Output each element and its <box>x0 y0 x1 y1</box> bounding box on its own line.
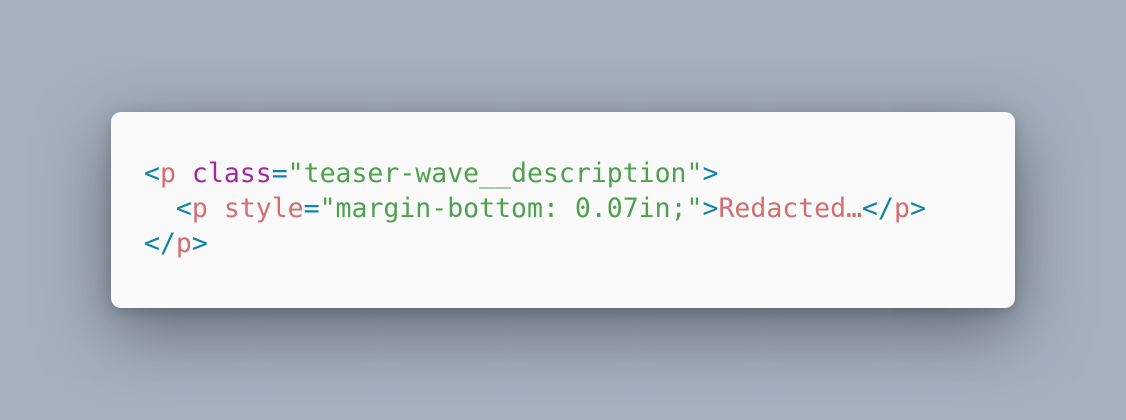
code-line-3: </p> <box>144 226 1015 261</box>
end-tag-name: p <box>175 228 192 259</box>
end-tag-name: p <box>893 193 910 224</box>
end-open-bracket: </ <box>144 228 176 259</box>
tag-name: p <box>191 193 208 224</box>
text-content: Redacted… <box>718 193 863 224</box>
equals-sign: = <box>303 193 320 224</box>
attribute-value: "margin-bottom: 0.07in;" <box>319 193 703 224</box>
open-bracket: < <box>144 158 160 189</box>
tag-name: p <box>159 158 176 189</box>
attribute-name: class <box>191 158 272 189</box>
attribute-name: style <box>223 193 304 224</box>
close-bracket: > <box>702 193 719 224</box>
open-bracket: < <box>175 193 192 224</box>
equals-sign: = <box>271 158 288 189</box>
code-block: <p class="teaser-wave__description"> <p … <box>144 156 1015 261</box>
code-line-1: <p class="teaser-wave__description"> <box>144 156 1015 191</box>
end-close-bracket: > <box>191 228 208 259</box>
attribute-value: "teaser-wave__description" <box>287 158 703 189</box>
close-bracket: > <box>702 158 719 189</box>
code-line-2: <p style="margin-bottom: 0.07in;">Redact… <box>144 191 1015 226</box>
code-snippet-card: <p class="teaser-wave__description"> <p … <box>111 112 1015 308</box>
end-close-bracket: > <box>909 193 926 224</box>
end-open-bracket: </ <box>862 193 894 224</box>
